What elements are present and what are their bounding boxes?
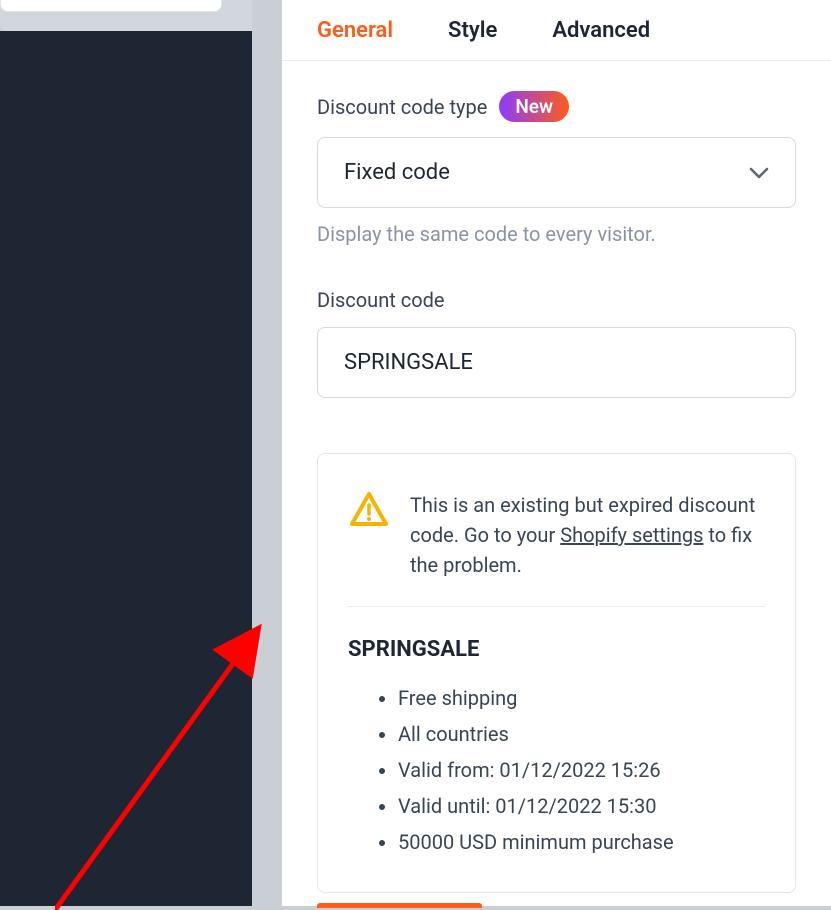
tab-style[interactable]: Style (448, 2, 497, 59)
discount-code-label: Discount code (317, 288, 796, 312)
code-detail-block: SPRINGSALE Free shipping All countries V… (348, 607, 765, 860)
left-top-gap (0, 0, 252, 31)
discount-type-label: Discount code type (317, 95, 487, 119)
discount-type-hint: Display the same code to every visitor. (317, 222, 796, 246)
chevron-down-icon (749, 167, 769, 179)
left-preview-pane (0, 0, 252, 906)
discount-type-value: Fixed code (344, 160, 450, 185)
code-name: SPRINGSALE (348, 637, 765, 662)
list-item: Valid until: 01/12/2022 15:30 (398, 788, 765, 824)
left-white-corner (0, 0, 222, 12)
left-dark-area (0, 31, 252, 906)
panel-content: Discount code type New Fixed code Displa… (282, 61, 831, 893)
discount-code-section: Discount code (317, 288, 796, 398)
list-item: 50000 USD minimum purchase (398, 824, 765, 860)
code-details-list: Free shipping All countries Valid from: … (348, 680, 765, 860)
list-item: Valid from: 01/12/2022 15:26 (398, 752, 765, 788)
discount-type-label-row: Discount code type New (317, 91, 796, 122)
tab-advanced[interactable]: Advanced (552, 2, 650, 59)
warning-header: This is an existing but expired discount… (348, 490, 765, 607)
new-badge: New (499, 91, 569, 122)
shopify-settings-link[interactable]: Shopify settings (560, 523, 703, 547)
discount-type-select[interactable]: Fixed code (317, 137, 796, 208)
tabs-bar: General Style Advanced (282, 0, 831, 61)
discount-code-input[interactable] (317, 327, 796, 398)
list-item: Free shipping (398, 680, 765, 716)
warning-text: This is an existing but expired discount… (410, 490, 765, 580)
warning-card: This is an existing but expired discount… (317, 453, 796, 893)
settings-panel: General Style Advanced Discount code typ… (282, 0, 831, 906)
list-item: All countries (398, 716, 765, 752)
tab-general[interactable]: General (317, 2, 393, 59)
warning-icon (348, 490, 390, 530)
